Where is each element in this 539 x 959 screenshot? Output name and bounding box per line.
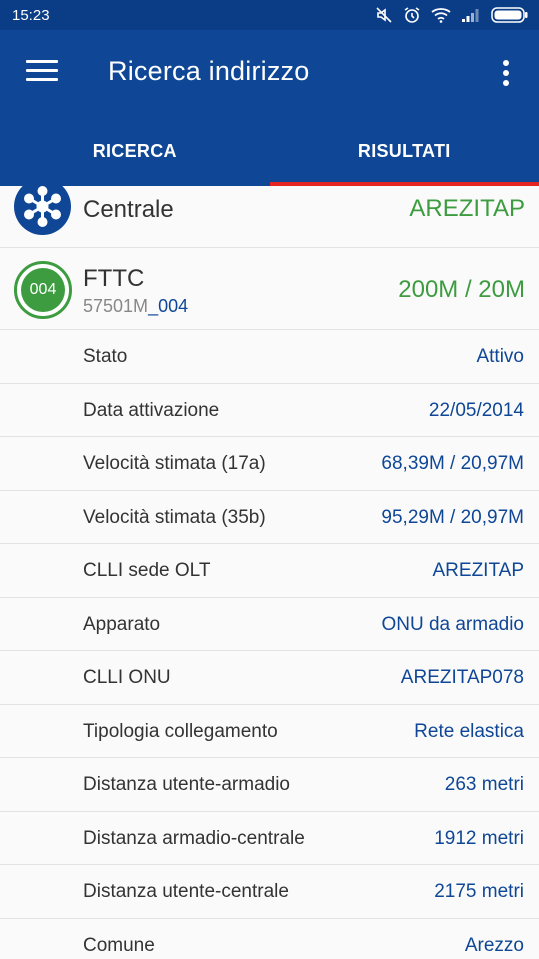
- detail-value: AREZITAP078: [400, 667, 524, 688]
- detail-key: Data attivazione: [83, 399, 220, 421]
- tab-ricerca[interactable]: RICERCA: [0, 116, 270, 186]
- results-list[interactable]: Centrale AREZITAP 004 FTTC 57501M_004 20…: [0, 186, 539, 959]
- status-bar: 15:23: [0, 0, 539, 30]
- tab-risultati[interactable]: RISULTATI: [269, 116, 539, 186]
- detail-key: Apparato: [83, 613, 161, 635]
- more-vert-icon[interactable]: [498, 60, 514, 88]
- fttc-code-prefix: 57501M: [83, 296, 149, 316]
- detail-row-velocita-17a: Velocità stimata (17a) 68,39M / 20,97M: [0, 437, 539, 491]
- cabinet-badge-number: 004: [21, 268, 65, 312]
- central-label: Centrale: [83, 196, 174, 223]
- detail-row-distanza-utente-centrale: Distanza utente-centrale 2175 metri: [0, 865, 539, 919]
- detail-value: 1912 metri: [434, 827, 524, 849]
- page-title: Ricerca indirizzo: [108, 56, 310, 86]
- signal-icon: [462, 9, 479, 22]
- status-time: 15:23: [12, 6, 50, 24]
- detail-row-velocita-35b: Velocità stimata (35b) 95,29M / 20,97M: [0, 491, 539, 544]
- central-value: AREZITAP: [409, 195, 525, 222]
- network-hub-icon: [14, 186, 71, 235]
- status-icons: [375, 6, 529, 24]
- fttc-speed: 200M / 20M: [398, 276, 525, 303]
- detail-value: AREZITAP: [432, 560, 525, 581]
- detail-key: Distanza armadio-centrale: [83, 827, 305, 849]
- detail-row-apparato: Apparato ONU da armadio: [0, 598, 539, 651]
- fttc-label: FTTC: [83, 265, 145, 292]
- detail-key: CLLI sede OLT: [83, 560, 211, 581]
- detail-value: 22/05/2014: [428, 399, 524, 421]
- detail-value: 95,29M / 20,97M: [381, 506, 524, 528]
- central-row: Centrale AREZITAP: [0, 186, 539, 248]
- detail-key: Comune: [83, 934, 155, 956]
- detail-value: Arezzo: [464, 934, 524, 956]
- detail-row-data-attivazione: Data attivazione 22/05/2014: [0, 384, 539, 437]
- fttc-row: 004 FTTC 57501M_004 200M / 20M: [0, 248, 539, 330]
- detail-key: Velocità stimata (35b): [83, 506, 266, 528]
- detail-row-comune: Comune Arezzo: [0, 919, 539, 959]
- detail-value: 2175 metri: [434, 881, 524, 902]
- detail-value: 263 metri: [444, 774, 524, 795]
- detail-row-clli-onu: CLLI ONU AREZITAP078: [0, 651, 539, 705]
- mute-icon: [376, 7, 392, 23]
- wifi-icon: [431, 8, 451, 23]
- tab-bar: RICERCA RISULTATI: [0, 116, 539, 186]
- alarm-icon: [404, 7, 420, 23]
- detail-key: Stato: [83, 346, 128, 367]
- hamburger-menu-icon[interactable]: [26, 60, 58, 86]
- detail-key: Distanza utente-centrale: [83, 881, 289, 902]
- detail-key: Velocità stimata (17a): [83, 453, 266, 474]
- battery-icon: [491, 7, 528, 23]
- detail-key: Tipologia collegamento: [83, 720, 278, 742]
- cabinet-badge: 004: [14, 261, 72, 319]
- detail-row-stato: Stato Attivo: [0, 330, 539, 384]
- detail-value: Attivo: [476, 346, 524, 367]
- detail-row-clli-sede-olt: CLLI sede OLT AREZITAP: [0, 544, 539, 598]
- detail-key: Distanza utente-armadio: [83, 774, 290, 795]
- fttc-code-suffix: _004: [148, 296, 189, 316]
- detail-value: 68,39M / 20,97M: [381, 453, 524, 474]
- detail-value: ONU da armadio: [381, 613, 524, 635]
- detail-key: CLLI ONU: [83, 667, 171, 688]
- detail-row-tipologia: Tipologia collegamento Rete elastica: [0, 705, 539, 758]
- fttc-code: 57501M_004: [83, 296, 188, 317]
- detail-value: Rete elastica: [414, 720, 524, 742]
- detail-row-distanza-utente-armadio: Distanza utente-armadio 263 metri: [0, 758, 539, 812]
- detail-row-distanza-armadio-centrale: Distanza armadio-centrale 1912 metri: [0, 812, 539, 865]
- app-bar: Ricerca indirizzo: [0, 30, 539, 116]
